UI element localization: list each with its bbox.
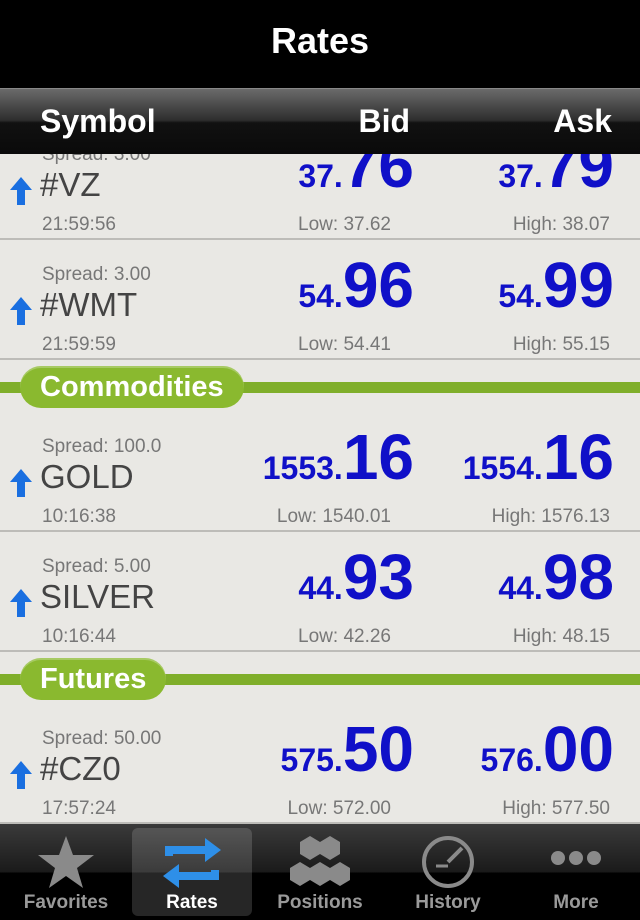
column-header-ask: Ask <box>553 103 612 139</box>
low-label: Low: 42.26 <box>298 626 391 647</box>
bid-price-prefix: 54. <box>298 278 343 314</box>
bid-price-pips: 93 <box>342 541 414 613</box>
symbol-label: GOLD <box>40 458 134 495</box>
up-arrow-icon <box>10 589 32 617</box>
bid-price[interactable]: 1553.16 <box>263 420 414 494</box>
rate-row-silver[interactable]: Spread: 5.00 SILVER 10:16:44 44.93 44.98… <box>0 532 640 652</box>
bid-price-prefix: 575. <box>280 742 343 778</box>
bid-price-prefix: 1553. <box>262 450 343 486</box>
bid-price-pips: 16 <box>342 421 414 493</box>
section-title: Futures <box>20 658 167 700</box>
star-icon <box>38 836 94 888</box>
up-arrow-icon <box>10 761 32 789</box>
quote-time: 10:16:44 <box>42 626 116 647</box>
tab-history[interactable]: History <box>388 828 508 916</box>
high-label: High: 48.15 <box>512 626 610 647</box>
tab-label: History <box>415 892 481 913</box>
ask-price-pips: 99 <box>542 249 614 321</box>
rate-row-wmt[interactable]: Spread: 3.00 #WMT 21:59:59 54.96 54.99 L… <box>0 240 640 360</box>
symbol-label: #WMT <box>40 286 138 323</box>
symbol-label: #VZ <box>40 166 101 203</box>
ask-price-pips: 16 <box>542 421 614 493</box>
ask-price[interactable]: 1554.16 <box>463 420 614 494</box>
bid-price-pips: 96 <box>342 249 414 321</box>
spread-label: Spread: 5.00 <box>42 556 151 577</box>
low-label: Low: 572.00 <box>287 798 391 819</box>
spread-label: Spread: 3.00 <box>42 154 151 165</box>
ask-price-pips: 79 <box>542 154 614 201</box>
ask-price[interactable]: 37.79 <box>498 154 614 202</box>
high-label: High: 1576.13 <box>491 506 610 527</box>
rate-row-cz0[interactable]: Spread: 50.00 #CZ0 17:57:24 575.50 576.0… <box>0 704 640 824</box>
tab-positions[interactable]: Positions <box>260 828 380 916</box>
up-arrow-icon <box>10 297 32 325</box>
clock-gauge-icon <box>422 836 474 888</box>
quote-time: 21:59:56 <box>42 214 116 235</box>
low-label: Low: 1540.01 <box>276 506 391 527</box>
rates-list[interactable]: Spread: 3.00 #VZ 21:59:56 37.76 37.79 Lo… <box>0 154 640 824</box>
spread-label: Spread: 3.00 <box>42 264 151 285</box>
column-header-bar: Symbol Bid Ask <box>0 88 640 154</box>
tab-more[interactable]: More <box>516 828 636 916</box>
tab-rates[interactable]: Rates <box>132 828 252 916</box>
tab-label: Positions <box>277 892 363 913</box>
low-label: Low: 54.41 <box>298 334 391 355</box>
bid-price-prefix: 44. <box>298 570 343 606</box>
section-header-futures: Futures <box>0 656 640 706</box>
bid-price[interactable]: 44.93 <box>298 540 414 614</box>
high-label: High: 55.15 <box>512 334 610 355</box>
low-label: Low: 37.62 <box>298 214 391 235</box>
spread-label: Spread: 100.0 <box>42 436 162 457</box>
bid-price[interactable]: 54.96 <box>298 248 414 322</box>
more-dots-icon <box>551 851 601 865</box>
rate-row-gold[interactable]: Spread: 100.0 GOLD 10:16:38 1553.16 1554… <box>0 412 640 532</box>
column-header-symbol: Symbol <box>40 103 156 139</box>
bid-price[interactable]: 575.50 <box>281 712 414 786</box>
rate-row-vz[interactable]: Spread: 3.00 #VZ 21:59:56 37.76 37.79 Lo… <box>0 154 640 240</box>
quote-time: 17:57:24 <box>42 798 116 819</box>
ask-price-pips: 98 <box>542 541 614 613</box>
column-header-bid: Bid <box>358 103 410 139</box>
bid-price[interactable]: 37.76 <box>298 154 414 202</box>
ask-price[interactable]: 44.98 <box>498 540 614 614</box>
symbol-label: #CZ0 <box>40 750 121 787</box>
ask-price-prefix: 44. <box>498 570 543 606</box>
ask-price-prefix: 37. <box>498 158 543 194</box>
quote-time: 10:16:38 <box>42 506 116 527</box>
ask-price-prefix: 1554. <box>462 450 543 486</box>
symbol-label: SILVER <box>40 578 155 615</box>
ask-price[interactable]: 576.00 <box>481 712 614 786</box>
ask-price-prefix: 576. <box>480 742 543 778</box>
section-title: Commodities <box>20 366 244 408</box>
ask-price-pips: 00 <box>542 713 614 785</box>
hexagons-icon <box>290 836 350 886</box>
section-header-commodities: Commodities <box>0 364 640 414</box>
spread-label: Spread: 50.00 <box>42 728 162 749</box>
bid-price-pips: 76 <box>342 154 414 201</box>
ask-price-prefix: 54. <box>498 278 543 314</box>
tab-bar: Favorites Rates Positions History More <box>0 824 640 920</box>
up-arrow-icon <box>10 177 32 205</box>
quote-time: 21:59:59 <box>42 334 116 355</box>
navigation-bar: Rates <box>0 0 640 88</box>
tab-label: Rates <box>166 892 218 913</box>
high-label: High: 38.07 <box>512 214 610 235</box>
page-title: Rates <box>270 20 370 61</box>
ask-price[interactable]: 54.99 <box>498 248 614 322</box>
bid-price-prefix: 37. <box>298 158 343 194</box>
tab-label: Favorites <box>23 892 109 913</box>
high-label: High: 577.50 <box>502 798 610 819</box>
tab-label: More <box>553 892 599 913</box>
up-arrow-icon <box>10 469 32 497</box>
bid-price-pips: 50 <box>342 713 414 785</box>
tab-favorites[interactable]: Favorites <box>6 828 126 916</box>
refresh-arrows-icon <box>163 838 221 888</box>
